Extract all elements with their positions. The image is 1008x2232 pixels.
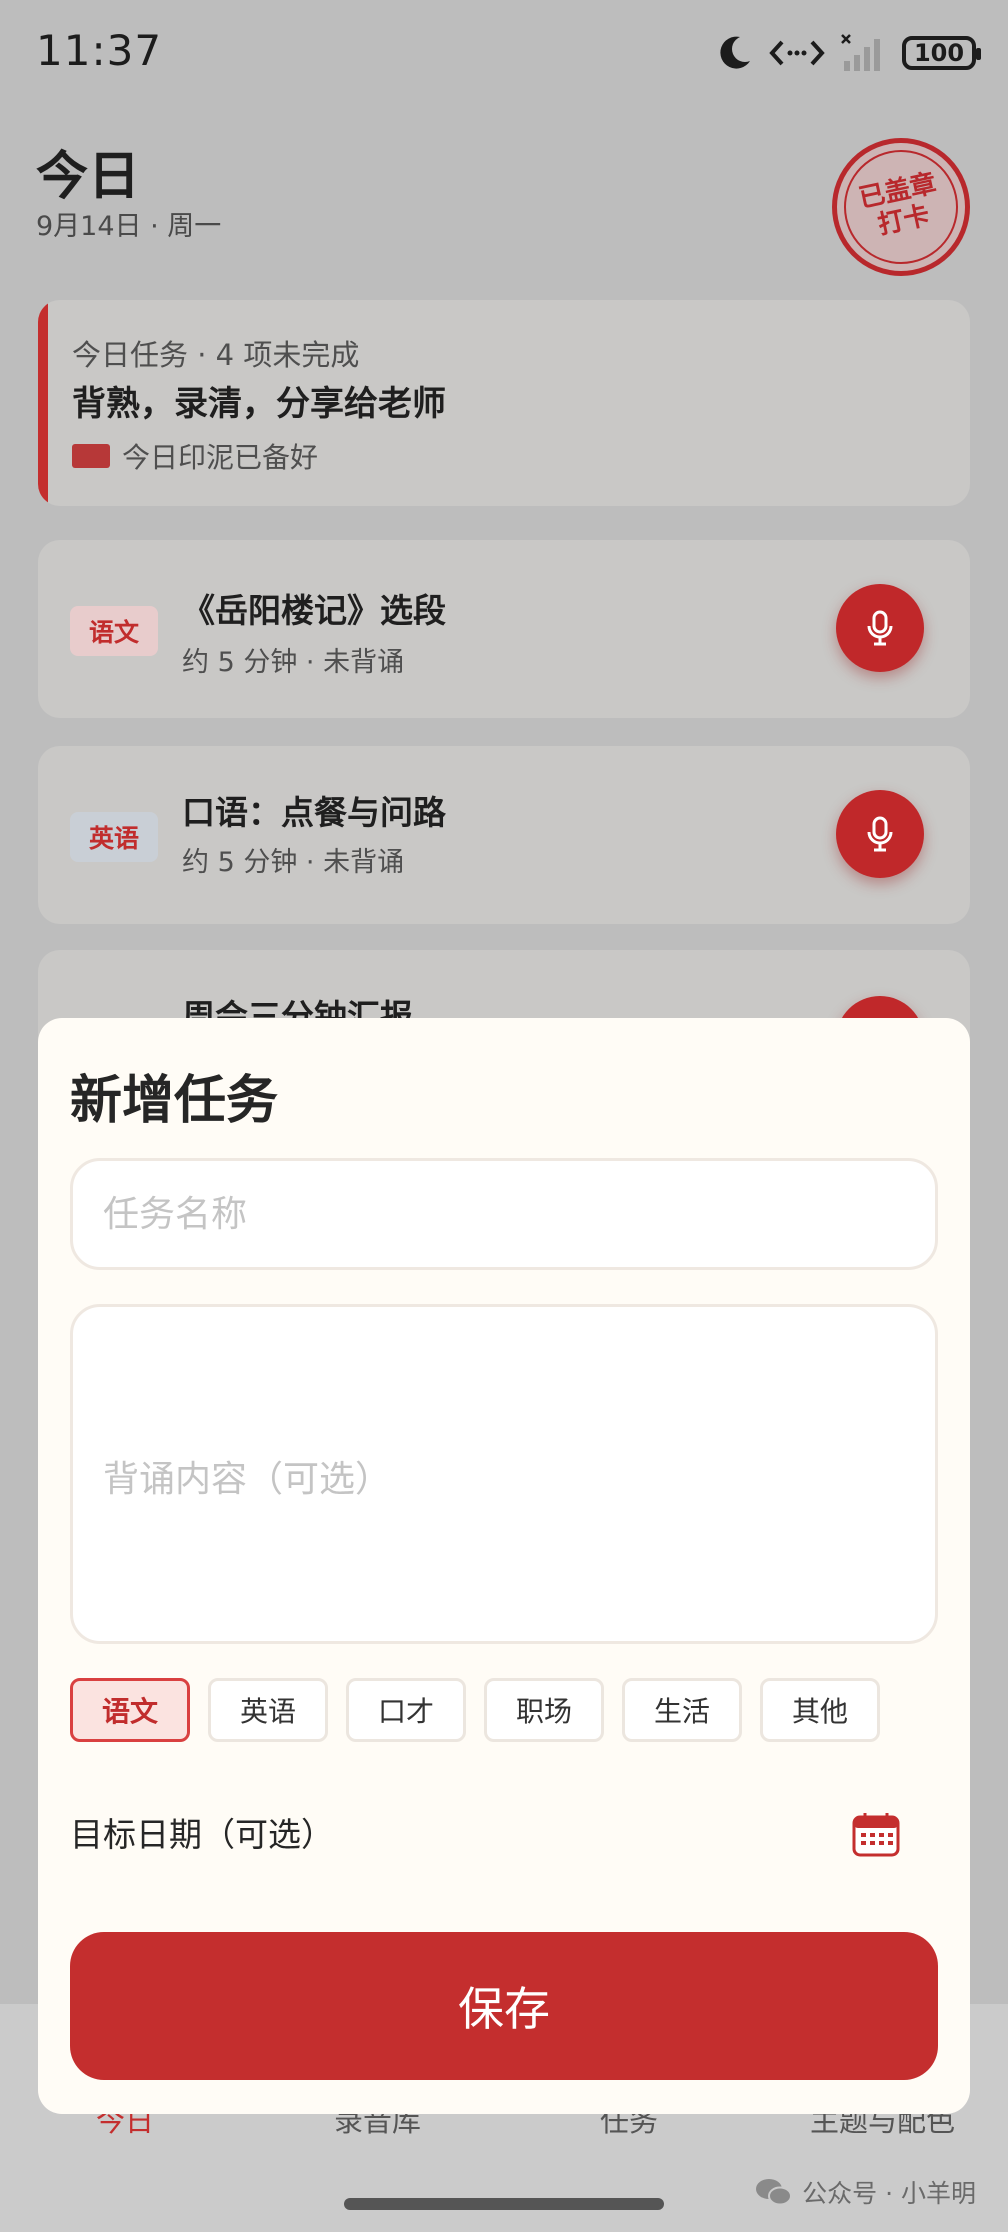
mic-icon — [867, 610, 893, 646]
target-date-label: 目标日期（可选） — [70, 1815, 334, 1854]
task-card[interactable]: 英语 口语：点餐与问路 约 5 分钟 · 未背诵 — [38, 746, 970, 924]
mic-icon — [867, 816, 893, 852]
ink-pad-icon — [72, 444, 110, 468]
category-chip-work[interactable]: 职场 — [484, 1678, 604, 1742]
page-date: 9月14日 · 周一 — [36, 211, 222, 242]
signal-icon — [841, 34, 880, 71]
task-subtitle: 约 5 分钟 · 未背诵 — [182, 647, 405, 678]
watermark: 公众号 · 小羊明 — [754, 2174, 976, 2210]
summary-card: 今日任务 · 4 项未完成 背熟，录清，分享给老师 今日印泥已备好 — [38, 300, 970, 506]
subject-badge: 语文 — [70, 606, 158, 656]
save-button[interactable]: 保存 — [70, 1932, 938, 2080]
task-title: 《岳阳楼记》选段 — [182, 591, 446, 630]
record-button[interactable] — [836, 790, 924, 878]
date-picker-button[interactable] — [850, 1808, 902, 1860]
stamp-text: 已盖章 打卡 — [833, 139, 969, 275]
category-chips: 语文 英语 口才 职场 生活 其他 — [70, 1678, 880, 1742]
record-button[interactable] — [836, 584, 924, 672]
new-task-sheet: 新增任务 语文 英语 口才 职场 生活 其他 目标日期（可选） 保存 — [38, 1018, 970, 2114]
battery-icon: 100 — [902, 36, 981, 70]
summary-goal: 背熟，录清，分享给老师 — [72, 384, 446, 424]
ink-status: 今日印泥已备好 — [122, 441, 319, 474]
watermark-text: 公众号 · 小羊明 — [802, 2179, 976, 2208]
category-chip-life[interactable]: 生活 — [622, 1678, 742, 1742]
checkin-stamp[interactable]: 已盖章 打卡 — [832, 138, 970, 276]
summary-meta: 今日任务 · 4 项未完成 — [72, 338, 360, 372]
category-chip-english[interactable]: 英语 — [208, 1678, 328, 1742]
page-title: 今日 — [36, 147, 141, 207]
sheet-title: 新增任务 — [70, 1071, 279, 1131]
recite-content-input[interactable] — [70, 1304, 938, 1644]
moon-icon — [720, 36, 750, 69]
subject-badge: 英语 — [70, 812, 158, 862]
calendar-icon — [852, 1813, 900, 1857]
task-subtitle: 约 5 分钟 · 未背诵 — [182, 847, 405, 878]
home-indicator[interactable] — [344, 2198, 664, 2210]
summary-accent-bar — [38, 300, 48, 506]
status-time: 11:37 — [36, 26, 163, 75]
wechat-icon — [756, 2179, 793, 2206]
task-name-input[interactable] — [70, 1158, 938, 1270]
category-chip-chinese[interactable]: 语文 — [70, 1678, 190, 1742]
task-card[interactable]: 语文 《岳阳楼记》选段 约 5 分钟 · 未背诵 — [38, 540, 970, 718]
status-icons: 100 — [714, 30, 981, 76]
category-chip-speaking[interactable]: 口才 — [346, 1678, 466, 1742]
data-transfer-icon — [769, 40, 825, 66]
category-chip-other[interactable]: 其他 — [760, 1678, 880, 1742]
task-title: 口语：点餐与问路 — [182, 793, 446, 832]
